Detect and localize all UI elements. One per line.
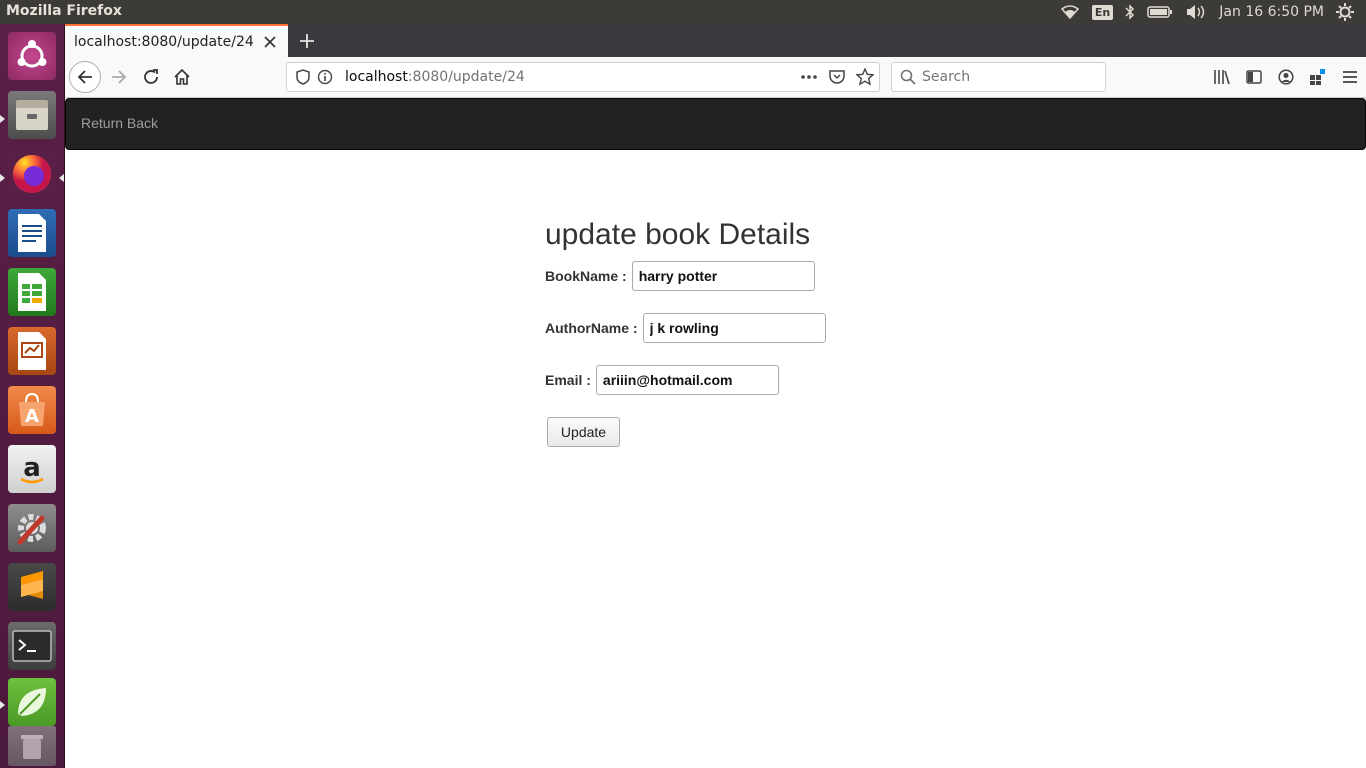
author-name-row: AuthorName : <box>545 313 826 343</box>
search-icon <box>900 69 916 85</box>
email-row: Email : <box>545 365 826 395</box>
book-name-row: BookName : <box>545 261 826 291</box>
launcher-firefox[interactable] <box>6 148 58 200</box>
files-icon <box>8 91 56 139</box>
calc-icon <box>8 268 56 316</box>
author-name-input[interactable] <box>642 313 826 343</box>
back-button[interactable] <box>69 61 101 93</box>
arrow-left-icon <box>77 70 92 84</box>
clock[interactable]: Jan 16 6:50 PM <box>1219 4 1324 20</box>
launcher-writer[interactable] <box>6 207 58 259</box>
svg-text:a: a <box>23 453 41 483</box>
ubuntu-logo-icon <box>8 32 56 80</box>
reload-button[interactable] <box>135 61 167 93</box>
home-button[interactable] <box>166 61 198 93</box>
wifi-icon[interactable] <box>1060 4 1080 20</box>
author-name-label: AuthorName : <box>545 320 638 336</box>
launcher-amazon[interactable]: a <box>6 443 58 495</box>
hamburger-menu-icon[interactable] <box>1334 61 1366 93</box>
app-navbar: Return Back <box>65 98 1366 150</box>
reload-icon <box>144 69 158 84</box>
forward-button[interactable] <box>103 61 135 93</box>
page-title: update book Details <box>545 218 811 251</box>
launcher-terminal[interactable] <box>6 620 58 672</box>
plus-icon <box>300 34 314 48</box>
arrow-right-icon <box>112 70 127 84</box>
firefox-icon <box>8 150 56 198</box>
close-icon[interactable] <box>260 32 280 52</box>
launcher-impress[interactable] <box>6 325 58 377</box>
email-input[interactable] <box>595 365 779 395</box>
keyboard-layout-badge[interactable]: En <box>1091 4 1114 20</box>
top-panel: Mozilla Firefox En Jan 16 6:50 PM <box>0 0 1366 24</box>
system-settings-icon <box>8 504 56 552</box>
launcher-sublime[interactable] <box>6 561 58 613</box>
window-title: Mozilla Firefox <box>6 3 122 19</box>
terminal-icon <box>8 622 56 670</box>
unity-launcher: A a <box>0 24 65 768</box>
volume-icon[interactable] <box>1185 4 1207 20</box>
sidebar-icon[interactable] <box>1238 61 1270 93</box>
update-book-form: update book Details BookName : AuthorNam… <box>545 218 826 447</box>
ubuntu-dash-button[interactable] <box>6 30 58 82</box>
page-content: Return Back update book Details BookName… <box>65 98 1366 768</box>
update-button[interactable]: Update <box>547 417 620 447</box>
trash-icon <box>8 726 56 766</box>
bluetooth-icon[interactable] <box>1125 4 1135 20</box>
tracking-shield-icon[interactable] <box>293 67 313 87</box>
battery-icon[interactable] <box>1147 5 1173 19</box>
focused-indicator <box>59 174 64 182</box>
site-info-icon[interactable] <box>315 67 335 87</box>
launcher-files[interactable] <box>6 89 58 141</box>
launcher-software[interactable]: A <box>6 384 58 436</box>
navigation-toolbar: localhost:8080/update/24 <box>65 57 1366 98</box>
url-text[interactable]: localhost:8080/update/24 <box>345 69 795 85</box>
running-indicator <box>0 115 5 123</box>
account-icon[interactable] <box>1270 61 1302 93</box>
spring-leaf-icon <box>8 678 56 726</box>
search-input[interactable] <box>922 69 1092 85</box>
search-bar[interactable] <box>891 62 1106 92</box>
new-tab-button[interactable] <box>295 29 319 53</box>
return-back-link[interactable]: Return Back <box>81 115 158 131</box>
running-indicator <box>0 701 5 709</box>
launcher-calc[interactable] <box>6 266 58 318</box>
email-label: Email : <box>545 372 591 388</box>
tab-active[interactable]: localhost:8080/update/24 <box>65 24 288 57</box>
url-bar[interactable]: localhost:8080/update/24 <box>286 62 880 92</box>
launcher-trash[interactable] <box>6 726 58 766</box>
sublime-text-icon <box>8 563 56 611</box>
home-icon <box>174 69 190 85</box>
launcher-settings[interactable] <box>6 502 58 554</box>
url-host: localhost <box>345 69 408 85</box>
tab-bar: localhost:8080/update/24 <box>65 24 1366 57</box>
page-actions-icon[interactable] <box>795 65 823 89</box>
svg-text:A: A <box>25 406 39 427</box>
software-center-icon: A <box>8 386 56 434</box>
amazon-icon: a <box>8 445 56 493</box>
launcher-spring-tool-suite[interactable] <box>6 676 58 728</box>
pocket-icon[interactable] <box>823 65 851 89</box>
extensions-icon[interactable] <box>1302 61 1334 93</box>
bookmark-star-icon[interactable] <box>851 65 879 89</box>
book-name-input[interactable] <box>631 261 815 291</box>
power-gear-icon[interactable] <box>1336 3 1354 21</box>
url-path: :8080/update/24 <box>407 69 525 85</box>
book-name-label: BookName : <box>545 268 627 284</box>
library-icon[interactable] <box>1206 61 1238 93</box>
running-indicator <box>0 174 5 182</box>
tab-title: localhost:8080/update/24 <box>74 33 254 50</box>
writer-icon <box>8 209 56 257</box>
impress-icon <box>8 327 56 375</box>
system-tray: En Jan 16 6:50 PM <box>1060 0 1366 24</box>
